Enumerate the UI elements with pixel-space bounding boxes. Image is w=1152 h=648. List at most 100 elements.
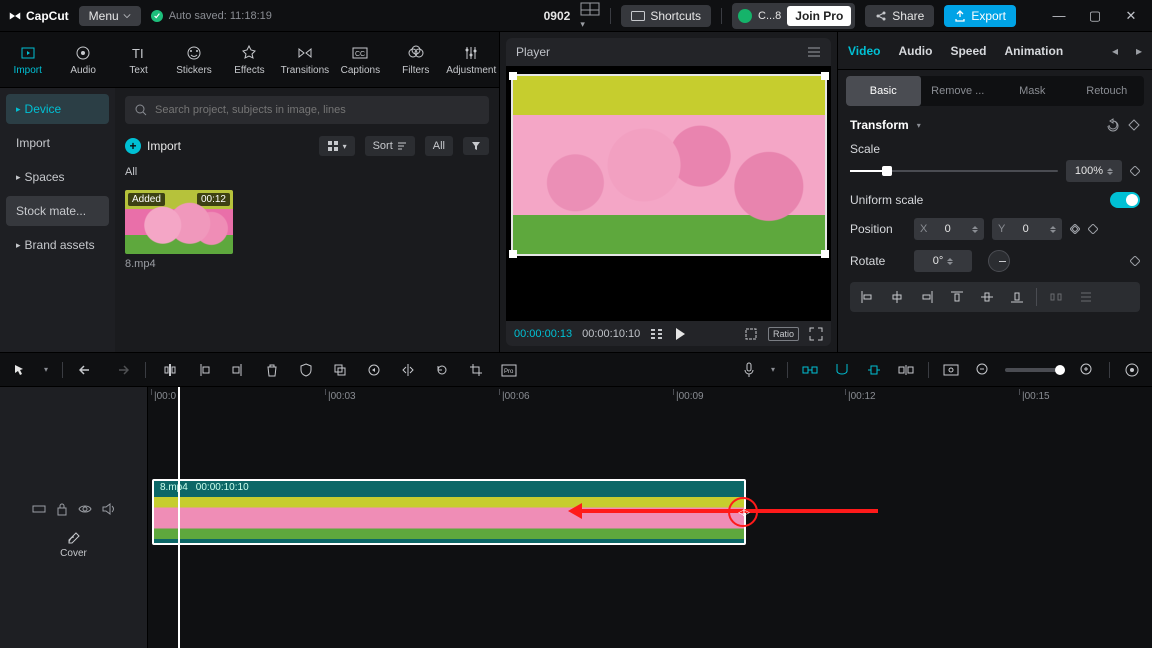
scale-value[interactable]: 100% bbox=[1066, 160, 1122, 182]
mirror-icon[interactable] bbox=[398, 360, 418, 380]
undo-icon[interactable] bbox=[77, 360, 97, 380]
align-hcenter-icon[interactable] bbox=[884, 286, 910, 308]
share-button[interactable]: Share bbox=[865, 5, 934, 27]
magnet-icon[interactable] bbox=[832, 360, 852, 380]
align-vcenter-icon[interactable] bbox=[974, 286, 1000, 308]
inspector-subtab-mask[interactable]: Mask bbox=[995, 76, 1070, 106]
keyframe-icon[interactable] bbox=[1128, 119, 1140, 131]
tab-transitions[interactable]: Transitions bbox=[277, 32, 332, 87]
sidebar-item-spaces[interactable]: ▸Spaces bbox=[6, 162, 109, 192]
inspector-tab-animation[interactable]: Animation bbox=[1004, 44, 1063, 58]
smart-tool-icon[interactable]: Pro bbox=[500, 360, 520, 380]
delete-icon[interactable] bbox=[262, 360, 282, 380]
keyframe-icon[interactable] bbox=[1088, 224, 1098, 234]
position-y-input[interactable]: Y 0 bbox=[992, 218, 1062, 240]
link-icon[interactable] bbox=[1070, 224, 1080, 234]
inspector-subtab-basic[interactable]: Basic bbox=[846, 76, 921, 106]
media-clip[interactable]: Added 00:12 8.mp4 bbox=[125, 190, 233, 270]
player-menu-icon[interactable] bbox=[807, 46, 821, 58]
preview-mode-icon[interactable] bbox=[941, 360, 961, 380]
reverse-icon[interactable] bbox=[364, 360, 384, 380]
lock-icon[interactable] bbox=[56, 502, 68, 516]
inspector-tab-audio[interactable]: Audio bbox=[898, 44, 932, 58]
sidebar-item-brand-assets[interactable]: ▸Brand assets bbox=[6, 230, 109, 260]
track-toggle-icon[interactable] bbox=[32, 503, 46, 515]
rotate-value[interactable]: 0° bbox=[914, 250, 972, 272]
redo-icon[interactable] bbox=[111, 360, 131, 380]
sidebar-item-device[interactable]: ▸Device bbox=[6, 94, 109, 124]
speaker-icon[interactable] bbox=[102, 503, 116, 515]
distribute-v-icon[interactable] bbox=[1073, 286, 1099, 308]
shield-icon[interactable] bbox=[296, 360, 316, 380]
tab-filters[interactable]: Filters bbox=[388, 32, 443, 87]
select-tool-icon[interactable] bbox=[10, 360, 30, 380]
user-chip[interactable]: C...8 Join Pro bbox=[732, 3, 855, 29]
snap-icon[interactable] bbox=[864, 360, 884, 380]
trim-left-icon[interactable] bbox=[194, 360, 214, 380]
tab-audio[interactable]: Audio bbox=[55, 32, 110, 87]
fullscreen-icon[interactable] bbox=[809, 327, 823, 341]
link-clips-icon[interactable] bbox=[896, 360, 916, 380]
window-maximize[interactable]: ▢ bbox=[1082, 8, 1108, 24]
tab-text[interactable]: TIText bbox=[111, 32, 166, 87]
keyframe-icon[interactable] bbox=[1130, 166, 1140, 176]
split-icon[interactable] bbox=[160, 360, 180, 380]
zoom-slider[interactable] bbox=[1005, 368, 1065, 372]
filter-button[interactable] bbox=[463, 137, 489, 155]
copy-icon[interactable] bbox=[330, 360, 350, 380]
export-button[interactable]: Export bbox=[944, 5, 1016, 27]
keyframe-icon[interactable] bbox=[1130, 256, 1140, 266]
inspector-subtab-retouch[interactable]: Retouch bbox=[1070, 76, 1145, 106]
uniform-scale-toggle[interactable] bbox=[1110, 192, 1140, 208]
cover-button[interactable]: Cover bbox=[8, 530, 139, 559]
ratio-button[interactable]: Ratio bbox=[768, 327, 799, 341]
window-close[interactable]: ✕ bbox=[1118, 8, 1144, 24]
scale-slider[interactable] bbox=[850, 163, 1058, 179]
align-bottom-icon[interactable] bbox=[1004, 286, 1030, 308]
playhead[interactable] bbox=[178, 387, 180, 648]
crop-icon[interactable] bbox=[466, 360, 486, 380]
inspector-tab-speed[interactable]: Speed bbox=[950, 44, 986, 58]
shortcuts-button[interactable]: Shortcuts bbox=[621, 5, 711, 27]
tab-adjustment[interactable]: Adjustment bbox=[444, 32, 499, 87]
reset-icon[interactable] bbox=[1106, 118, 1120, 132]
align-left-icon[interactable] bbox=[854, 286, 880, 308]
zoom-in-icon[interactable] bbox=[1077, 360, 1097, 380]
play-button[interactable] bbox=[674, 327, 686, 341]
position-x-input[interactable]: X 0 bbox=[914, 218, 984, 240]
rotate-icon[interactable] bbox=[432, 360, 452, 380]
sidebar-item-stock-mate-[interactable]: Stock mate... bbox=[6, 196, 109, 226]
tab-captions[interactable]: CCCaptions bbox=[333, 32, 388, 87]
tab-stickers[interactable]: Stickers bbox=[166, 32, 221, 87]
trim-right-icon[interactable] bbox=[228, 360, 248, 380]
zoom-out-icon[interactable] bbox=[973, 360, 993, 380]
scale-icon[interactable] bbox=[744, 327, 758, 341]
window-minimize[interactable]: — bbox=[1046, 8, 1072, 23]
chevron-right-icon[interactable]: ▸ bbox=[1136, 44, 1142, 58]
magnet-in-icon[interactable] bbox=[800, 360, 820, 380]
video-preview[interactable] bbox=[511, 74, 827, 256]
sidebar-item-import[interactable]: Import bbox=[6, 128, 109, 158]
layout-icon[interactable]: ▾ bbox=[580, 2, 600, 30]
join-pro-button[interactable]: Join Pro bbox=[787, 6, 851, 26]
all-button[interactable]: All bbox=[425, 136, 453, 156]
ruler-tick: |00:15 bbox=[1022, 391, 1050, 402]
align-top-icon[interactable] bbox=[944, 286, 970, 308]
inspector-tab-video[interactable]: Video bbox=[848, 44, 880, 58]
import-button[interactable]: + Import bbox=[125, 138, 181, 154]
search-input[interactable] bbox=[125, 96, 489, 124]
tab-import[interactable]: Import bbox=[0, 32, 55, 87]
eye-icon[interactable] bbox=[78, 504, 92, 514]
list-icon[interactable] bbox=[650, 328, 664, 340]
distribute-h-icon[interactable] bbox=[1043, 286, 1069, 308]
tab-effects[interactable]: Effects bbox=[222, 32, 277, 87]
sort-button[interactable]: Sort bbox=[365, 136, 415, 156]
view-grid-button[interactable]: ▾ bbox=[319, 136, 355, 156]
align-right-icon[interactable] bbox=[914, 286, 940, 308]
mic-icon[interactable] bbox=[739, 360, 759, 380]
chevron-left-icon[interactable]: ◂ bbox=[1112, 44, 1118, 58]
inspector-subtab-remove-[interactable]: Remove ... bbox=[921, 76, 996, 106]
fit-icon[interactable] bbox=[1122, 360, 1142, 380]
menu-button[interactable]: Menu bbox=[79, 6, 141, 26]
rotate-dial[interactable] bbox=[988, 250, 1010, 272]
